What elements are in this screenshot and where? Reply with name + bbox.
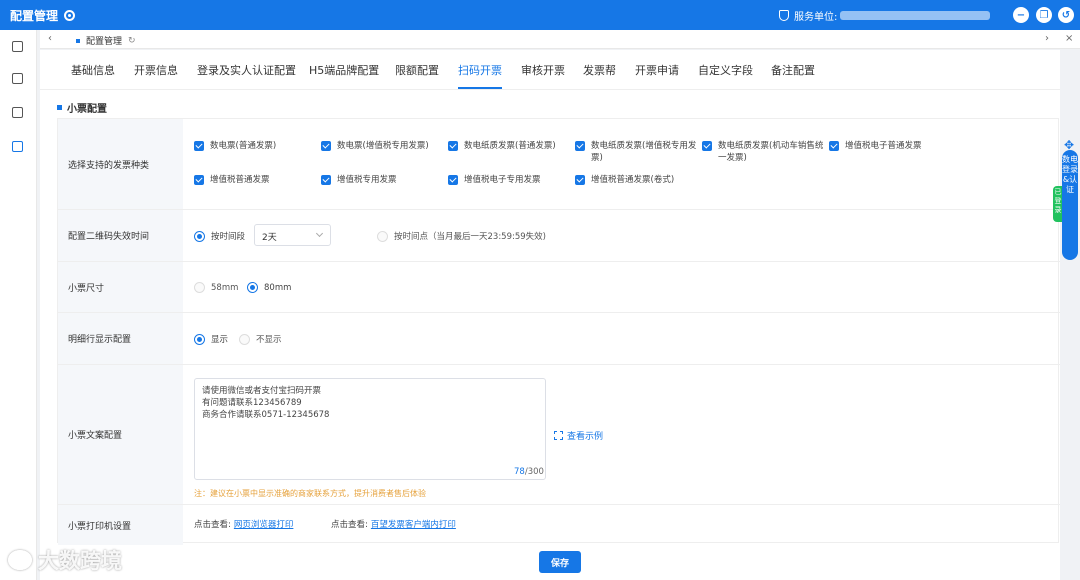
section-title: 小票配置 bbox=[57, 100, 107, 115]
save-button[interactable]: 保存 bbox=[539, 551, 581, 573]
row-ticket-size: 小票尺寸 58mm 80mm bbox=[58, 262, 1060, 313]
tab-login-auth[interactable]: 登录及实人认证配置 bbox=[197, 62, 296, 78]
view-example-link[interactable]: 查看示例 bbox=[554, 429, 603, 442]
ticket-text-input[interactable]: 请使用微信或者支付宝扫码开票 有问题请联系123456789 商务合作请联系05… bbox=[194, 378, 546, 480]
watermark: 大数跨境 bbox=[8, 545, 122, 575]
minimize-icon[interactable]: − bbox=[1013, 7, 1029, 23]
tab-remark[interactable]: 备注配置 bbox=[771, 62, 815, 78]
printer-label: 小票打印机设置 bbox=[58, 505, 183, 545]
ticket-text-hint: 注：建议在小票中显示准确的商家联系方式，提升消费者售后体验 bbox=[194, 489, 426, 498]
app-title: 配置管理 bbox=[10, 8, 59, 23]
row-invoice-types: 选择支持的发票种类 数电票(普通发票) 数电票(增值税专用发票) 数电纸质发票(… bbox=[58, 119, 1060, 210]
back-icon[interactable]: ↺ bbox=[1058, 7, 1074, 23]
tab-invoice-helper[interactable]: 发票帮 bbox=[583, 62, 616, 78]
period-select[interactable]: 2天 bbox=[254, 224, 331, 246]
detail-display-label: 明细行显示配置 bbox=[58, 313, 183, 364]
checkbox-invoice-type[interactable]: 增值税普通发票(卷式) bbox=[575, 174, 715, 186]
service-unit-value bbox=[840, 11, 991, 20]
checkbox-invoice-type[interactable]: 增值税电子普通发票 bbox=[829, 140, 954, 152]
scan-icon bbox=[554, 431, 563, 440]
checkbox-invoice-type[interactable]: 数电纸质发票(普通发票) bbox=[448, 140, 573, 152]
monitor-icon[interactable] bbox=[12, 107, 23, 118]
window-icon[interactable]: ❐ bbox=[1036, 7, 1052, 23]
sidebar bbox=[0, 30, 37, 580]
checkbox-invoice-type[interactable]: 数电票(普通发票) bbox=[194, 140, 314, 152]
tab-scan[interactable]: 扫码开票 bbox=[458, 62, 502, 89]
mail-icon[interactable] bbox=[12, 73, 23, 84]
checkbox-invoice-type[interactable]: 数电纸质发票(增值税专用发票) bbox=[575, 140, 697, 164]
char-count: 78/300 bbox=[514, 467, 544, 477]
row-detail-display: 明细行显示配置 显示 不显示 bbox=[58, 313, 1060, 365]
client-print-link[interactable]: 百望发票客户端内打印 bbox=[371, 520, 456, 530]
main-panel: 基础信息 开票信息 登录及实人认证配置 H5端品牌配置 限额配置 扫码开票 审核… bbox=[40, 50, 1060, 580]
checkbox-invoice-type[interactable]: 增值税普通发票 bbox=[194, 174, 314, 186]
radio-58mm[interactable]: 58mm bbox=[194, 282, 238, 293]
tab-review[interactable]: 审核开票 bbox=[521, 62, 565, 78]
ticket-size-label: 小票尺寸 bbox=[58, 262, 183, 312]
refresh-icon[interactable] bbox=[64, 9, 76, 21]
ticket-text-label: 小票文案配置 bbox=[58, 365, 183, 504]
checkbox-invoice-type[interactable]: 增值税专用发票 bbox=[321, 174, 446, 186]
row-ticket-text: 小票文案配置 请使用微信或者支付宝扫码开票 有问题请联系123456789 商务… bbox=[58, 365, 1060, 505]
settings-doc-icon[interactable] bbox=[12, 141, 23, 152]
tab-h5-brand[interactable]: H5端品牌配置 bbox=[309, 62, 379, 78]
shield-icon bbox=[779, 10, 789, 21]
chevron-left-icon[interactable]: ‹ bbox=[48, 33, 52, 44]
config-tabs: 基础信息 开票信息 登录及实人认证配置 H5端品牌配置 限额配置 扫码开票 审核… bbox=[40, 50, 1060, 90]
reload-icon[interactable]: ↻ bbox=[128, 36, 136, 46]
tab-basic[interactable]: 基础信息 bbox=[71, 62, 115, 78]
browser-print-link[interactable]: 网页浏览器打印 bbox=[234, 520, 294, 530]
checkbox-invoice-type[interactable]: 数电票(增值税专用发票) bbox=[321, 140, 446, 152]
radio-by-time-point[interactable]: 按时间点（当月最后一天23:59:59失效) bbox=[377, 230, 546, 242]
row-printer: 小票打印机设置 点击查看: 网页浏览器打印 点击查看: 百望发票客户端内打印 bbox=[58, 505, 1060, 545]
invoice-types-label: 选择支持的发票种类 bbox=[58, 119, 183, 209]
service-unit: 服务单位: bbox=[779, 8, 991, 23]
page-tab-current[interactable]: 配置管理 ↻ bbox=[76, 34, 136, 47]
close-icon[interactable]: × bbox=[1065, 33, 1073, 44]
checkbox-invoice-type[interactable]: 增值税电子专用发票 bbox=[448, 174, 573, 186]
config-form: 选择支持的发票种类 数电票(普通发票) 数电票(增值税专用发票) 数电纸质发票(… bbox=[57, 118, 1060, 545]
chevron-right-icon[interactable]: › bbox=[1045, 33, 1049, 44]
radio-by-period[interactable]: 按时间段 bbox=[194, 230, 245, 242]
page-tab-bar: ‹ 配置管理 ↻ › × bbox=[40, 30, 1080, 49]
radio-show[interactable]: 显示 bbox=[194, 333, 228, 345]
tab-limit[interactable]: 限额配置 bbox=[395, 62, 439, 78]
tab-invoice-info[interactable]: 开票信息 bbox=[134, 62, 178, 78]
radio-hide[interactable]: 不显示 bbox=[239, 333, 282, 345]
tab-custom-fields[interactable]: 自定义字段 bbox=[698, 62, 753, 78]
logo-icon bbox=[8, 550, 32, 570]
checkbox-invoice-type[interactable]: 数电纸质发票(机动车销售统一发票) bbox=[702, 140, 827, 164]
doc-icon[interactable] bbox=[12, 41, 23, 52]
top-bar: 配置管理 服务单位: − ❐ ↺ bbox=[0, 0, 1080, 30]
login-auth-panel[interactable]: 数电登录&认证 bbox=[1062, 150, 1078, 260]
row-qr-expiry: 配置二维码失效时间 按时间段 2天 按时间点（当月最后一天23:59:59失效) bbox=[58, 210, 1060, 262]
tab-apply[interactable]: 开票申请 bbox=[635, 62, 679, 78]
chevron-down-icon bbox=[315, 229, 324, 238]
radio-80mm[interactable]: 80mm bbox=[247, 282, 291, 293]
qr-expiry-label: 配置二维码失效时间 bbox=[58, 210, 183, 261]
